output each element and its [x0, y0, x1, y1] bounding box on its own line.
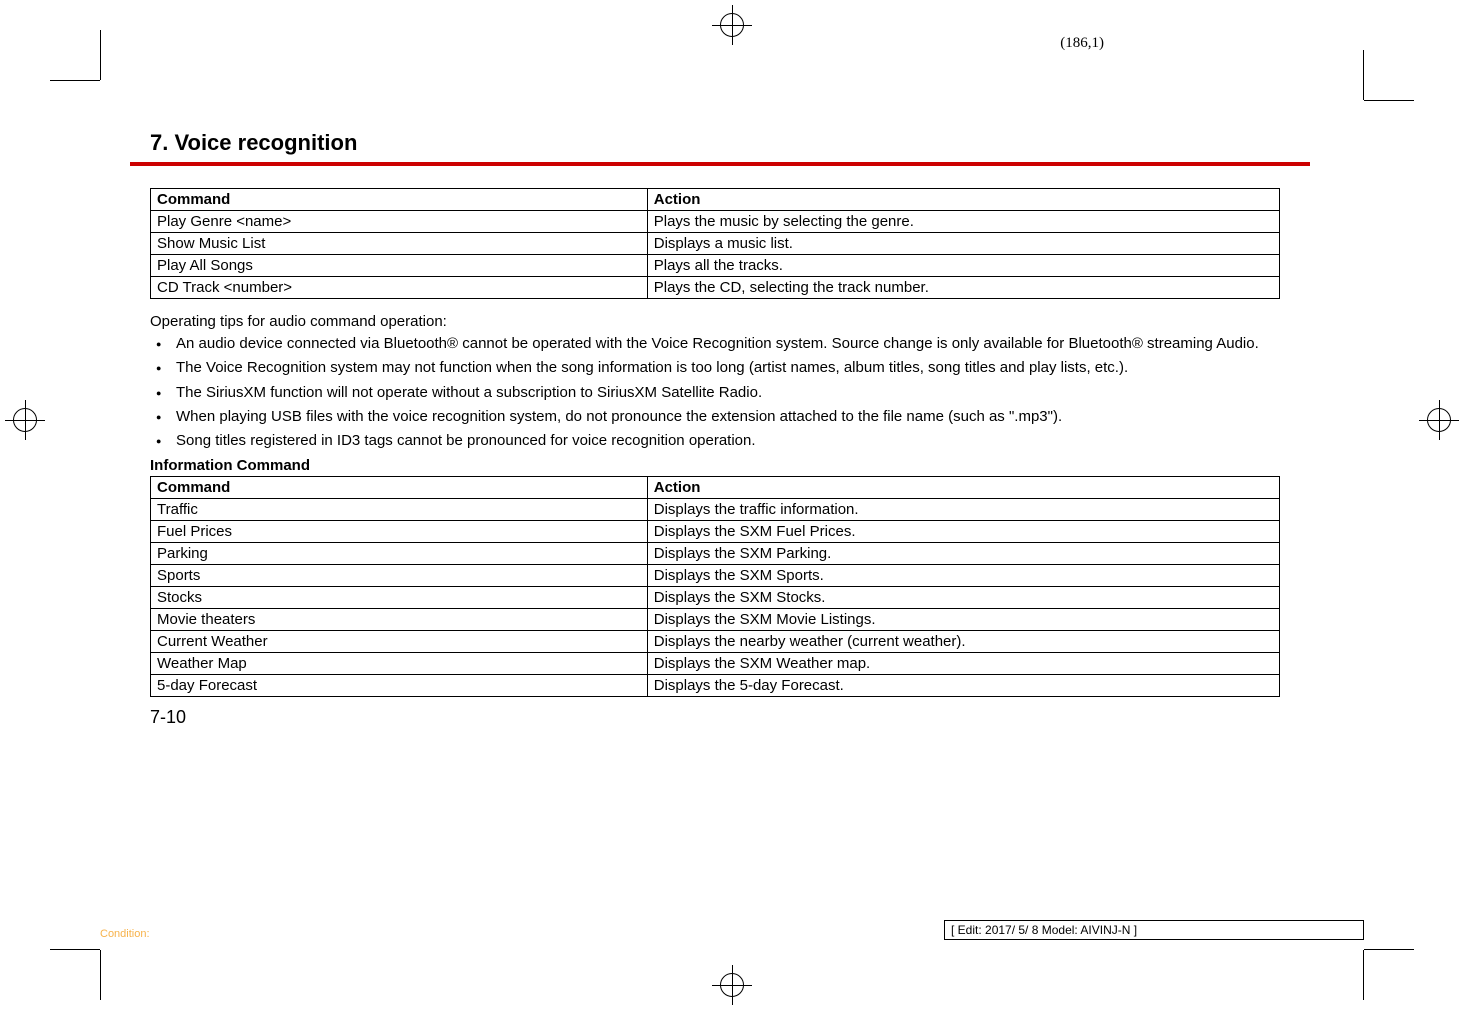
cmd-cell: Parking [151, 543, 648, 565]
cmd-cell: Fuel Prices [151, 521, 648, 543]
cmd-cell: Stocks [151, 587, 648, 609]
list-item: When playing USB files with the voice re… [150, 407, 1280, 427]
crop-mark [50, 949, 100, 950]
cmd-cell: Current Weather [151, 631, 648, 653]
crop-mark [50, 80, 100, 81]
table-header-row: Command Action [151, 477, 1280, 499]
action-cell: Displays the SXM Fuel Prices. [647, 521, 1279, 543]
tips-list: An audio device connected via Bluetooth®… [150, 334, 1280, 451]
table-header-row: Command Action [151, 189, 1280, 211]
table-header-command: Command [151, 189, 648, 211]
table-row: 5-day Forecast Displays the 5-day Foreca… [151, 675, 1280, 697]
cmd-cell: Traffic [151, 499, 648, 521]
action-cell: Displays the SXM Parking. [647, 543, 1279, 565]
action-cell: Displays the traffic information. [647, 499, 1279, 521]
table-row: Sports Displays the SXM Sports. [151, 565, 1280, 587]
cmd-cell: CD Track <number> [151, 277, 648, 299]
crop-mark [1363, 50, 1364, 100]
page-coordinate: (186,1) [1060, 35, 1104, 52]
cmd-cell: Play All Songs [151, 255, 648, 277]
table-row: CD Track <number> Plays the CD, selectin… [151, 277, 1280, 299]
action-cell: Plays the music by selecting the genre. [647, 211, 1279, 233]
list-item: The SiriusXM function will not operate w… [150, 383, 1280, 403]
crop-mark [1364, 100, 1414, 101]
table-row: Play Genre <name> Plays the music by sel… [151, 211, 1280, 233]
table-row: Traffic Displays the traffic information… [151, 499, 1280, 521]
section-heading: 7. Voice recognition [150, 130, 1280, 156]
action-cell: Displays a music list. [647, 233, 1279, 255]
action-cell: Displays the SXM Stocks. [647, 587, 1279, 609]
table-row: Fuel Prices Displays the SXM Fuel Prices… [151, 521, 1280, 543]
action-cell: Displays the nearby weather (current wea… [647, 631, 1279, 653]
page-number: 7-10 [150, 707, 1280, 728]
table-header-action: Action [647, 477, 1279, 499]
action-cell: Displays the SXM Movie Listings. [647, 609, 1279, 631]
registration-mark [1419, 400, 1459, 440]
information-command-heading: Information Command [150, 457, 1280, 474]
cmd-cell: Movie theaters [151, 609, 648, 631]
list-item: Song titles registered in ID3 tags canno… [150, 431, 1280, 451]
crop-mark [1364, 949, 1414, 950]
registration-mark [712, 5, 752, 45]
action-cell: Plays all the tracks. [647, 255, 1279, 277]
cmd-cell: 5-day Forecast [151, 675, 648, 697]
cmd-cell: Show Music List [151, 233, 648, 255]
table-header-action: Action [647, 189, 1279, 211]
table-row: Stocks Displays the SXM Stocks. [151, 587, 1280, 609]
crop-mark [1363, 950, 1364, 1000]
table-row: Show Music List Displays a music list. [151, 233, 1280, 255]
audio-command-table: Command Action Play Genre <name> Plays t… [150, 188, 1280, 299]
table-row: Play All Songs Plays all the tracks. [151, 255, 1280, 277]
table-header-command: Command [151, 477, 648, 499]
footer-condition: Condition: [100, 928, 150, 940]
table-row: Parking Displays the SXM Parking. [151, 543, 1280, 565]
action-cell: Displays the 5-day Forecast. [647, 675, 1279, 697]
list-item: The Voice Recognition system may not fun… [150, 358, 1280, 378]
cmd-cell: Weather Map [151, 653, 648, 675]
table-row: Current Weather Displays the nearby weat… [151, 631, 1280, 653]
footer-edit-info: [ Edit: 2017/ 5/ 8 Model: AIVINJ-N ] [944, 920, 1364, 940]
cmd-cell: Play Genre <name> [151, 211, 648, 233]
tips-intro: Operating tips for audio command operati… [150, 313, 1280, 330]
list-item: An audio device connected via Bluetooth®… [150, 334, 1280, 354]
action-cell: Displays the SXM Sports. [647, 565, 1279, 587]
cmd-cell: Sports [151, 565, 648, 587]
action-cell: Plays the CD, selecting the track number… [647, 277, 1279, 299]
registration-mark [5, 400, 45, 440]
action-cell: Displays the SXM Weather map. [647, 653, 1279, 675]
heading-divider [130, 162, 1310, 166]
information-command-table: Command Action Traffic Displays the traf… [150, 476, 1280, 697]
table-row: Weather Map Displays the SXM Weather map… [151, 653, 1280, 675]
crop-mark [100, 30, 101, 80]
table-row: Movie theaters Displays the SXM Movie Li… [151, 609, 1280, 631]
registration-mark [712, 965, 752, 1005]
crop-mark [100, 950, 101, 1000]
